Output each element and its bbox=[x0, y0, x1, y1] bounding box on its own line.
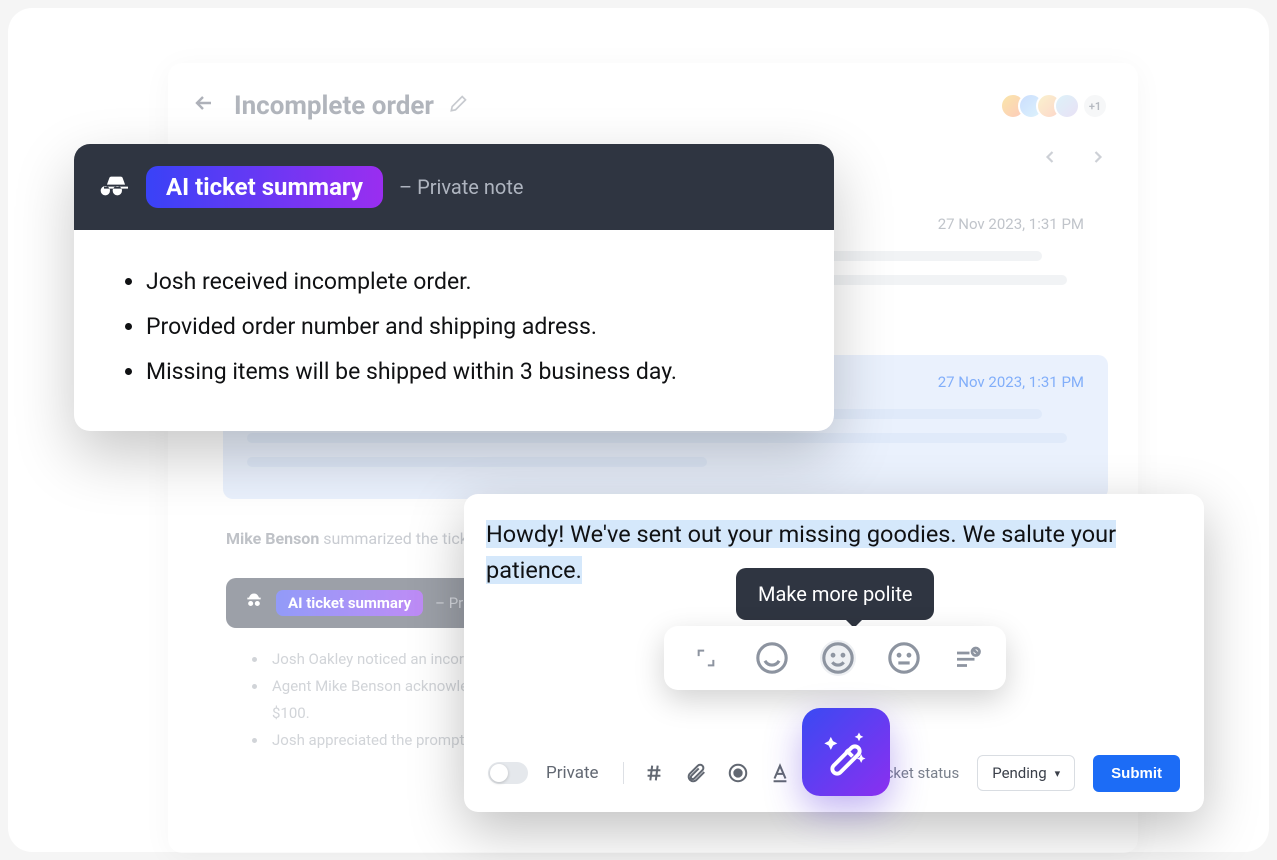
skeleton-line bbox=[247, 433, 1067, 443]
edit-icon[interactable] bbox=[448, 94, 468, 119]
ai-summary-card: AI ticket summary – Private note Josh re… bbox=[74, 144, 834, 431]
private-label: Private bbox=[546, 763, 599, 783]
private-toggle[interactable] bbox=[488, 762, 528, 784]
ai-summary-badge: AI ticket summary bbox=[276, 590, 423, 616]
prev-arrow-icon[interactable] bbox=[1040, 147, 1060, 173]
expand-icon[interactable] bbox=[688, 640, 724, 676]
tone-polite-icon[interactable] bbox=[820, 640, 856, 676]
attachment-icon[interactable] bbox=[684, 762, 708, 784]
summary-bullet: Missing items will be shipped within 3 b… bbox=[146, 350, 794, 395]
ai-magic-wand-button[interactable] bbox=[802, 708, 890, 796]
message-timestamp: 27 Nov 2023, 1:31 PM bbox=[938, 215, 1084, 233]
next-arrow-icon[interactable] bbox=[1088, 147, 1108, 173]
ticket-title: Incomplete order bbox=[234, 91, 434, 121]
tone-friendly-icon[interactable] bbox=[754, 640, 790, 676]
ticket-status-select[interactable]: Pending ▾ bbox=[977, 755, 1075, 791]
avatar-overflow[interactable]: +1 bbox=[1082, 93, 1108, 119]
tone-settings-icon[interactable] bbox=[952, 640, 982, 676]
back-arrow-icon[interactable] bbox=[188, 87, 220, 125]
summary-bullet: Josh received incomplete order. bbox=[146, 260, 794, 305]
tone-neutral-icon[interactable] bbox=[886, 640, 922, 676]
text-format-icon[interactable] bbox=[768, 762, 792, 784]
hashtag-icon[interactable] bbox=[642, 762, 666, 784]
chevron-down-icon: ▾ bbox=[1055, 767, 1061, 780]
submit-button[interactable]: Submit bbox=[1093, 755, 1180, 792]
skeleton-line bbox=[247, 457, 707, 467]
message-timestamp: 27 Nov 2023, 1:31 PM bbox=[938, 373, 1084, 391]
summary-bullet-list: Josh received incomplete order. Provided… bbox=[128, 260, 794, 395]
tone-panel bbox=[664, 626, 1006, 690]
incognito-icon bbox=[244, 591, 264, 616]
record-icon[interactable] bbox=[726, 762, 750, 784]
summary-bullet: Provided order number and shipping adres… bbox=[146, 305, 794, 350]
avatar bbox=[1054, 93, 1080, 119]
private-note-label: – Private note bbox=[399, 175, 523, 199]
tone-tooltip: Make more polite bbox=[736, 568, 934, 620]
avatar-stack[interactable]: +1 bbox=[1008, 93, 1108, 119]
ai-summary-badge: AI ticket summary bbox=[146, 166, 383, 208]
incognito-icon bbox=[100, 172, 130, 202]
